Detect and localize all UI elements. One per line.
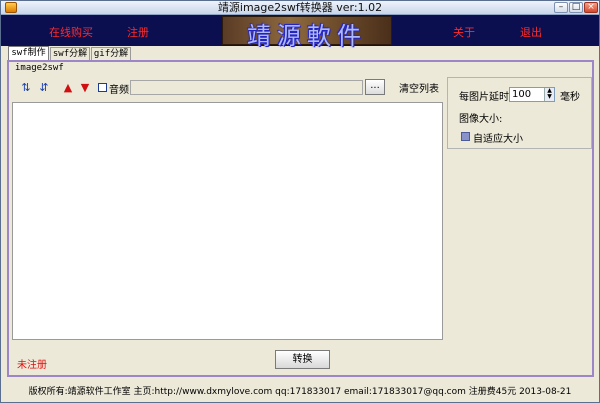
audio-path-input[interactable] [130, 80, 363, 95]
maximize-button[interactable]: □ [569, 2, 583, 13]
panel-title: image2swf [15, 63, 64, 73]
title-bar[interactable]: 靖源image2swf转换器 ver:1.02 – □ × [1, 1, 599, 15]
size-label: 图像大小: [459, 114, 503, 125]
audio-checkbox[interactable] [98, 83, 107, 92]
delay-label: 每图片延时 [459, 92, 509, 103]
close-button[interactable]: × [584, 2, 598, 13]
image-list[interactable] [12, 102, 443, 340]
minimize-button[interactable]: – [554, 2, 568, 13]
convert-button[interactable]: 转换 [275, 350, 330, 369]
logo: 靖源軟件 [222, 16, 392, 50]
sort-descending-icon[interactable]: ⇵ [37, 82, 51, 94]
delay-spinner[interactable]: ▲ ▼ [544, 88, 554, 101]
app-window: 靖源image2swf转换器 ver:1.02 – □ × 在线购买 注册 靖源… [0, 0, 600, 403]
settings-panel: 每图片延时 100 ▲ ▼ 毫秒 图像大小: 自适应大小 [447, 77, 592, 149]
clear-list-button[interactable]: 清空列表 [399, 80, 439, 95]
tab-swf-split[interactable]: swf分解 [50, 47, 90, 60]
unregistered-status: 未注册 [17, 360, 47, 371]
autofit-label: 自适应大小 [473, 134, 523, 145]
tab-swf-create[interactable]: swf制作 [8, 46, 49, 60]
sort-ascending-icon[interactable]: ⇅ [19, 82, 33, 94]
buy-online-link[interactable]: 在线购买 [49, 24, 93, 40]
window-title: 靖源image2swf转换器 ver:1.02 [217, 1, 383, 14]
delay-unit: 毫秒 [560, 92, 580, 103]
audio-label: 音频 [109, 85, 129, 96]
footer-copyright: 版权所有:靖源软件工作室 主页:http://www.dxmylove.com … [28, 387, 572, 397]
banner: 在线购买 注册 靖源軟件 关于 退出 [1, 15, 599, 50]
move-up-icon[interactable]: ▲ [61, 82, 75, 94]
tab-strip: swf制作 swf分解 gif分解 [1, 46, 599, 60]
browse-button[interactable]: ... [365, 79, 385, 95]
about-link[interactable]: 关于 [453, 24, 475, 40]
tab-gif-split[interactable]: gif分解 [91, 47, 131, 60]
register-link[interactable]: 注册 [127, 24, 149, 40]
autofit-checkbox[interactable] [461, 132, 470, 141]
main-panel: image2swf ⇅ ⇵ ▲ ▼ 音频 ... 清空列表 每图片延时 100 … [7, 60, 594, 377]
exit-link[interactable]: 退出 [520, 24, 542, 40]
move-down-icon[interactable]: ▼ [78, 82, 92, 94]
